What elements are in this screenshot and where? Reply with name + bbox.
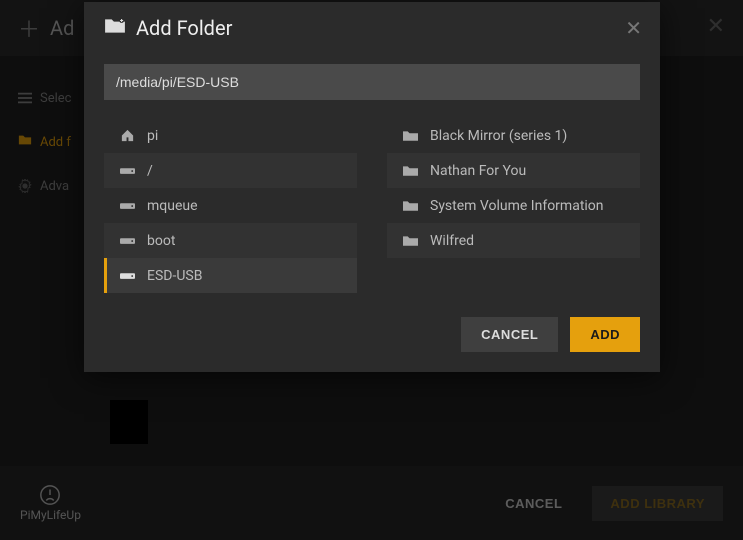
folder-label: System Volume Information <box>430 198 604 214</box>
folder-columns: pi / mqueue boot <box>84 114 660 301</box>
folder-label: Nathan For You <box>430 163 526 179</box>
drive-label: boot <box>147 233 175 249</box>
drive-row-pi[interactable]: pi <box>104 118 357 153</box>
cancel-button[interactable]: CANCEL <box>461 317 558 352</box>
drive-row-root[interactable]: / <box>104 153 357 188</box>
modal-close-button[interactable]: ✕ <box>625 16 642 40</box>
folder-label: Black Mirror (series 1) <box>430 128 567 144</box>
drive-row-boot[interactable]: boot <box>104 223 357 258</box>
drive-row-esd-usb[interactable]: ESD-USB <box>104 258 357 293</box>
modal-footer: CANCEL ADD <box>84 301 660 356</box>
path-input[interactable] <box>104 64 640 100</box>
folder-label: Wilfred <box>430 233 474 249</box>
drive-label: pi <box>147 128 158 144</box>
folder-icon <box>402 233 418 249</box>
drive-label: / <box>147 163 153 179</box>
add-button[interactable]: ADD <box>570 317 640 352</box>
folder-icon <box>402 198 418 214</box>
drives-column: pi / mqueue boot <box>104 118 357 293</box>
folder-row[interactable]: System Volume Information <box>387 188 640 223</box>
drive-row-mqueue[interactable]: mqueue <box>104 188 357 223</box>
home-icon <box>119 128 135 144</box>
add-folder-modal: Add Folder ✕ pi / mqueue <box>84 2 660 372</box>
modal-header: Add Folder <box>84 2 660 50</box>
drive-label: mqueue <box>147 198 198 214</box>
drive-icon <box>119 163 135 179</box>
drive-label: ESD-USB <box>147 268 202 284</box>
folders-column: Black Mirror (series 1) Nathan For You S… <box>387 118 640 293</box>
drive-icon <box>119 233 135 249</box>
folder-row[interactable]: Nathan For You <box>387 153 640 188</box>
drive-icon <box>119 268 135 284</box>
folder-icon <box>402 128 418 144</box>
drive-icon <box>119 198 135 214</box>
modal-title: Add Folder <box>136 16 232 40</box>
folder-plus-icon <box>104 17 126 39</box>
folder-row[interactable]: Black Mirror (series 1) <box>387 118 640 153</box>
folder-icon <box>402 163 418 179</box>
folder-row[interactable]: Wilfred <box>387 223 640 258</box>
